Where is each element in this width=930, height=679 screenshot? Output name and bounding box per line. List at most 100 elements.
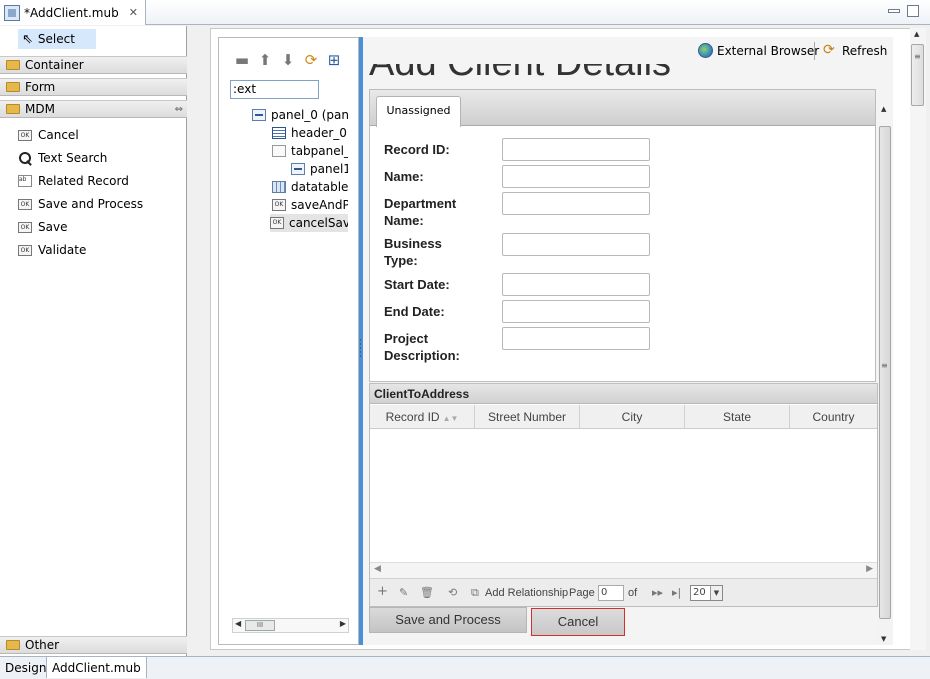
record-id-input[interactable]	[502, 138, 650, 161]
preview-toolbar: External Browser ⟳ Refresh	[363, 37, 893, 64]
editor-tab-addclient[interactable]: *AddClient.mub ✕	[0, 0, 146, 25]
arrow-cursor-icon: ⇖	[22, 31, 33, 47]
drawer-label: Container	[25, 58, 84, 72]
column-header-country[interactable]: Country	[790, 405, 877, 429]
scrollbar-thumb[interactable]: III	[245, 620, 275, 631]
scroll-down-icon[interactable]: ▼	[881, 635, 886, 643]
drawer-form[interactable]: Form	[0, 78, 187, 96]
search-icon	[18, 151, 32, 165]
start-date-input[interactable]	[502, 273, 650, 296]
name-input[interactable]	[502, 165, 650, 188]
collapse-arrows-icon[interactable]: ⇔	[175, 104, 183, 115]
outline-horizontal-scrollbar[interactable]: ◀ III ▶	[232, 618, 349, 633]
scroll-right-icon[interactable]: ▶	[866, 564, 873, 574]
palette-item-save[interactable]: OK Save	[18, 218, 67, 236]
save-and-process-button[interactable]: Save and Process	[369, 607, 527, 633]
drawer-container[interactable]: Container	[0, 56, 187, 74]
table-icon	[272, 127, 286, 139]
field-label-business-type: Business Type:	[384, 236, 442, 268]
field-label-name: Name:	[384, 169, 424, 184]
tab-addclient-source[interactable]: AddClient.mub	[46, 657, 147, 678]
column-header-state[interactable]: State	[685, 405, 790, 429]
bottom-tab-bar: Design AddClient.mub	[0, 656, 930, 679]
tree-node-datatable-0[interactable]: datatable_0	[272, 178, 348, 196]
palette-item-label: Related Record	[38, 174, 129, 188]
arrow-up-icon[interactable]: ⬆	[256, 52, 274, 68]
last-page-icon[interactable]: ▸|	[672, 586, 681, 599]
delete-icon[interactable]: 🗑	[420, 586, 434, 599]
tabpanel-icon	[272, 145, 286, 157]
editor-vertical-scrollbar[interactable]: ▲ ≡	[910, 28, 926, 650]
page-size-value: 20	[693, 587, 706, 598]
refresh-icon[interactable]: ⟳	[302, 52, 320, 68]
add-relationship-button[interactable]: Add Relationship	[485, 587, 568, 599]
arrow-down-icon[interactable]: ⬇	[279, 52, 297, 68]
tree-node-header-0[interactable]: header_0 (header)	[272, 124, 348, 142]
cancel-button[interactable]: Cancel	[531, 608, 625, 636]
tab-design[interactable]: Design	[0, 657, 53, 678]
close-icon[interactable]: ✕	[129, 6, 138, 19]
department-name-input[interactable]	[502, 192, 650, 215]
column-header-street-number[interactable]: Street Number	[475, 405, 580, 429]
tree-node-tabpanel-0[interactable]: tabpanel_0	[272, 142, 348, 160]
link-icon[interactable]: ⟲	[448, 586, 457, 599]
folder-icon	[6, 82, 20, 92]
refresh-label: Refresh	[842, 43, 888, 58]
scroll-right-icon[interactable]: ▶	[340, 619, 346, 628]
refresh-button[interactable]: ⟳ Refresh	[823, 43, 887, 58]
select-tool[interactable]: ⇖ Select	[18, 29, 96, 49]
minimize-icon[interactable]	[888, 9, 900, 13]
external-browser-button[interactable]: External Browser	[698, 43, 819, 58]
client-to-address-grid: ClientToAddress Record ID ▲▼ Street Numbe…	[369, 383, 878, 607]
tab-unassigned[interactable]: Unassigned	[376, 96, 461, 127]
expand-all-icon[interactable]: ⊞	[325, 52, 343, 68]
scroll-up-icon[interactable]: ▲	[881, 105, 886, 113]
page-label: Page	[569, 587, 595, 599]
palette-item-save-and-process[interactable]: OK Save and Process	[18, 195, 143, 213]
palette-item-validate[interactable]: OK Validate	[18, 241, 86, 259]
end-date-input[interactable]	[502, 300, 650, 323]
scroll-left-icon[interactable]: ◀	[235, 619, 241, 628]
drawer-mdm[interactable]: MDM ⇔	[0, 100, 187, 118]
preview-vertical-scrollbar[interactable]: ▲ ≡ ▼	[878, 105, 892, 645]
tree-node-label: header_0 (header)	[291, 126, 348, 140]
mub-file-icon	[4, 4, 20, 21]
next-page-icon[interactable]: ▸▸	[652, 586, 663, 599]
edit-icon[interactable]: ✎	[399, 586, 408, 599]
grid-horizontal-scrollbar[interactable]: ◀ ▶	[370, 562, 877, 578]
tree-node-save-and-process[interactable]: OK saveAndProcess	[272, 196, 348, 214]
palette-item-related-record[interactable]: ab Related Record	[18, 172, 129, 190]
scrollbar-thumb[interactable]	[879, 126, 891, 619]
palette-item-text-search[interactable]: Text Search	[18, 149, 107, 167]
tree-node-panel1-0[interactable]: panel1_0	[291, 160, 348, 178]
maximize-icon[interactable]	[907, 5, 919, 17]
collapse-icon[interactable]: ▬	[233, 52, 251, 68]
page-title: Add Client Details	[369, 64, 671, 85]
project-description-input[interactable]	[502, 327, 650, 350]
tree-node-panel-0[interactable]: panel_0 (panel)	[252, 106, 348, 124]
of-label: of	[628, 587, 638, 599]
tree-node-label: panel1_0	[310, 162, 348, 176]
drawer-label: MDM	[25, 102, 55, 116]
palette-item-cancel[interactable]: OK Cancel	[18, 126, 79, 144]
scroll-up-icon[interactable]: ▲	[914, 30, 919, 38]
column-header-record-id[interactable]: Record ID ▲▼	[370, 405, 475, 429]
drawer-other[interactable]: Other	[0, 636, 187, 654]
scroll-left-icon[interactable]: ◀	[374, 564, 381, 574]
field-label-project-description: Project Description:	[384, 331, 460, 363]
external-browser-label: External Browser	[717, 43, 820, 58]
field-label-department-name: Department Name:	[384, 196, 457, 228]
tree-node-label: tabpanel_0	[291, 144, 348, 158]
column-header-city[interactable]: City	[580, 405, 685, 429]
page-size-select[interactable]: 20 ▼	[690, 585, 723, 601]
outline-filter-input[interactable]: :ext	[230, 80, 319, 99]
tree-node-cancel-save[interactable]: OK cancelSave	[270, 214, 348, 232]
panel-icon	[291, 163, 305, 175]
ok-button-icon: OK	[272, 199, 286, 211]
page-number-input[interactable]: 0	[598, 585, 624, 601]
chevron-down-icon: ▼	[710, 586, 722, 600]
panel-icon	[252, 109, 266, 121]
business-type-input[interactable]	[502, 233, 650, 256]
refresh-icon: ⟳	[823, 42, 835, 58]
add-icon[interactable]: +	[377, 584, 388, 599]
